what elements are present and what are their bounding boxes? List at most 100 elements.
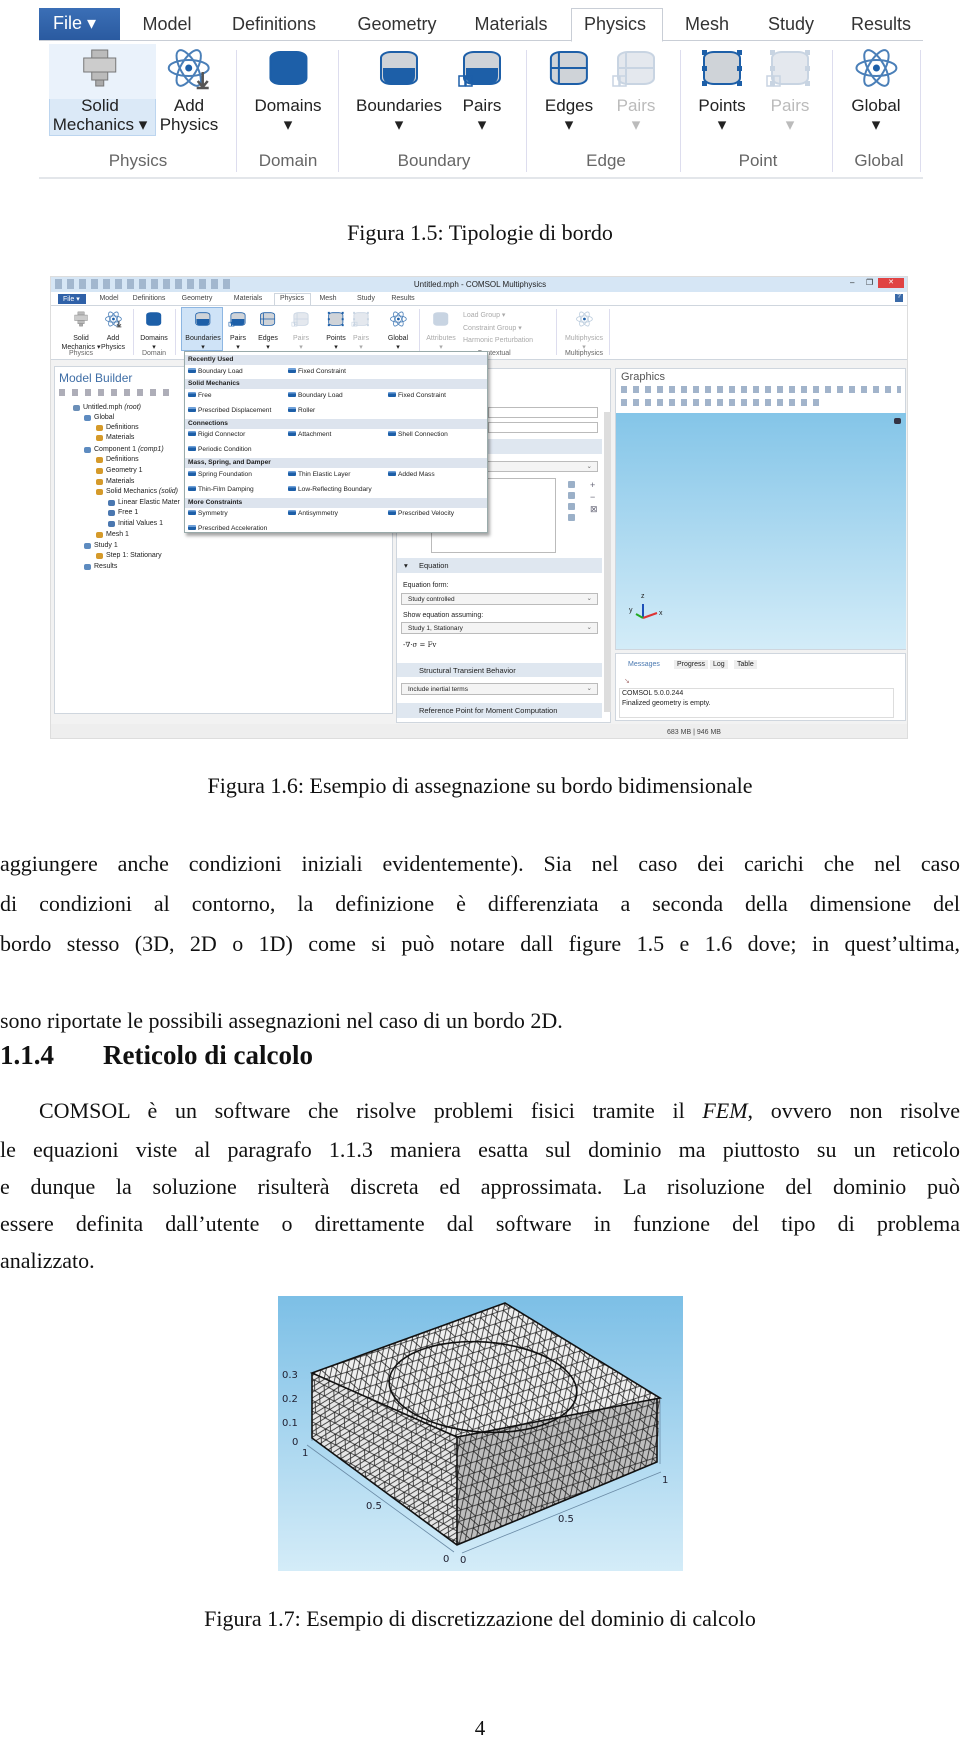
collapse-arrow-icon[interactable]: ▾ (404, 561, 408, 570)
copy-icon[interactable] (568, 492, 575, 499)
ribbon-button-points-7[interactable]: Points ▾ (698, 46, 746, 134)
pencil-icon[interactable] (568, 481, 575, 488)
menu-item-antisymmetry[interactable]: Antisymmetry (288, 510, 338, 517)
model-tree-item[interactable]: Definitions (106, 456, 139, 463)
model-tree-item[interactable]: Untitled.mph (root) (83, 404, 141, 411)
menu-item-shell-connection[interactable]: Shell Connection (388, 431, 448, 438)
model-tree-item[interactable]: Materials (106, 478, 134, 485)
menu-item-rigid-connector[interactable]: Rigid Connector (188, 431, 245, 438)
minus-icon[interactable]: − (590, 492, 595, 502)
tab-study[interactable]: Study (768, 14, 814, 35)
locate-icon[interactable] (568, 514, 575, 521)
ribbon-button-points-7[interactable]: Points ▾ (326, 310, 346, 352)
menu-item-boundary-load[interactable]: Boundary Load (188, 368, 243, 375)
paste-icon[interactable] (568, 503, 575, 510)
clear-messages-icon[interactable]: ↘ (624, 677, 630, 685)
ribbon-button-pairs-4[interactable]: Pairs ▾ (228, 310, 248, 352)
menu-item-prescribed-velocity[interactable]: Prescribed Velocity (388, 510, 454, 517)
tab-physics[interactable]: Physics (584, 14, 646, 35)
ribbon-button-domains-2[interactable]: Domains ▾ (254, 46, 322, 134)
model-tree-item[interactable]: Component 1 (comp1) (94, 446, 164, 453)
messages-tab-log[interactable]: Log (710, 660, 728, 669)
model-tree-item[interactable]: Global (94, 414, 114, 421)
model-tree-item[interactable]: Step 1: Stationary (106, 552, 162, 559)
tab-materials[interactable]: Materials (474, 14, 547, 35)
file-menu-button[interactable]: File ▾ (58, 294, 86, 304)
ribbon-button-add-1[interactable]: Add Physics (160, 46, 218, 134)
ribbon-button-pairs-4[interactable]: Pairs ▾ (458, 46, 506, 134)
menu-item-roller[interactable]: Roller (288, 407, 315, 414)
inertial-terms-select[interactable]: Include inertial terms (401, 683, 598, 695)
settings-scrollbar[interactable] (604, 412, 611, 712)
model-tree-item[interactable]: Definitions (106, 424, 139, 431)
menu-item-periodic-condition[interactable]: Periodic Condition (188, 446, 252, 453)
model-tree-item[interactable]: Initial Values 1 (118, 520, 163, 527)
menu-item-fixed-constraint[interactable]: Fixed Constraint (388, 392, 446, 399)
ribbon-button-boundaries-3[interactable]: Boundaries ▾ (185, 310, 221, 352)
help-button[interactable]: ? (895, 294, 903, 302)
menu-item-fixed-constraint[interactable]: Fixed Constraint (288, 368, 346, 375)
ribbon-button-boundaries-3[interactable]: Boundaries ▾ (356, 46, 442, 134)
tab-model[interactable]: Model (142, 14, 191, 35)
model-tree-item[interactable]: Geometry 1 (106, 467, 143, 474)
clear-selection-icon[interactable]: ⊠ (590, 504, 598, 515)
graphics-corner-icon[interactable] (894, 418, 901, 424)
tab-study[interactable]: Study (357, 295, 375, 302)
restore-button[interactable]: ❐ (866, 278, 873, 287)
ribbon-button-global-9[interactable]: Global ▾ (388, 310, 408, 352)
ribbon-button-solid-0[interactable]: Solid Mechanics ▾ (62, 310, 100, 352)
messages-tab-messages[interactable]: Messages (625, 660, 663, 669)
ribbon-button-solid-0[interactable]: Solid Mechanics ▾ (53, 46, 147, 134)
menu-item-thin-elastic-layer[interactable]: Thin Elastic Layer (288, 471, 350, 478)
ribbon-button-edges-5[interactable]: Edges ▾ (258, 310, 278, 352)
tab-results[interactable]: Results (391, 295, 414, 302)
model-tree-item[interactable]: Linear Elastic Mater (118, 499, 180, 506)
file-menu-button[interactable]: File ▾ (39, 8, 120, 40)
tab-results[interactable]: Results (851, 14, 911, 35)
tab-physics[interactable]: Physics (280, 295, 304, 302)
tab-definitions[interactable]: Definitions (133, 295, 166, 302)
tab-geometry[interactable]: Geometry (357, 14, 436, 35)
graphics-toolbar-row-2[interactable] (621, 399, 821, 406)
ribbon-button-edges-5[interactable]: Edges ▾ (545, 46, 593, 134)
menu-item-thin-film-damping[interactable]: Thin-Film Damping (188, 486, 254, 493)
model-tree-item[interactable]: Solid Mechanics (solid) (106, 488, 178, 495)
messages-tab-table[interactable]: Table (734, 660, 757, 669)
menu-item-low-reflecting-boundary[interactable]: Low-Reflecting Boundary (288, 486, 372, 493)
tab-definitions[interactable]: Definitions (232, 14, 316, 35)
tab-mesh[interactable]: Mesh (319, 295, 336, 302)
tab-mesh[interactable]: Mesh (685, 14, 729, 35)
model-tree-item[interactable]: Mesh 1 (106, 531, 129, 538)
graphics-toolbar-row-1[interactable] (621, 386, 901, 393)
show-equation-select[interactable]: Study 1, Stationary (401, 622, 598, 634)
menu-item-attachment[interactable]: Attachment (288, 431, 331, 438)
ribbon-button-global-9[interactable]: Global ▾ (851, 46, 901, 134)
menu-item-free[interactable]: Free (188, 392, 212, 399)
menu-item-boundary-load[interactable]: Boundary Load (288, 392, 343, 399)
model-builder-toolbar[interactable] (59, 389, 169, 396)
menu-item-prescribed-displacement[interactable]: Prescribed Displacement (188, 407, 271, 414)
model-tree-item[interactable]: Results (94, 563, 117, 570)
model-tree-item[interactable]: Free 1 (118, 509, 138, 516)
model-tree-item[interactable]: Materials (106, 434, 134, 441)
tab-geometry[interactable]: Geometry (182, 295, 213, 302)
ribbon-button-add-1[interactable]: Add Physics (101, 310, 125, 352)
menu-item-prescribed-acceleration[interactable]: Prescribed Acceleration (188, 525, 267, 532)
ribbon-button-domains-2[interactable]: Domains ▾ (140, 310, 168, 352)
settings-input-2[interactable] (488, 422, 598, 433)
menu-item-added-mass[interactable]: Added Mass (388, 471, 435, 478)
messages-tab-progress[interactable]: Progress (674, 660, 709, 669)
equation-form-select[interactable]: Study controlled (401, 593, 598, 605)
menu-item-symmetry[interactable]: Symmetry (188, 510, 228, 517)
equation-section-header[interactable]: Equation ▾ (397, 558, 602, 573)
settings-input-1[interactable] (488, 407, 598, 418)
menu-item-spring-foundation[interactable]: Spring Foundation (188, 471, 252, 478)
close-button[interactable]: ✕ (878, 278, 904, 288)
minimize-button[interactable]: – (850, 278, 854, 287)
model-tree-item[interactable]: Study 1 (94, 542, 118, 549)
transient-section-header[interactable]: Structural Transient Behavior (397, 663, 602, 677)
tab-model[interactable]: Model (99, 295, 118, 302)
tab-materials[interactable]: Materials (234, 295, 262, 302)
reference-point-section-header[interactable]: Reference Point for Moment Computation (397, 703, 602, 718)
plus-icon[interactable]: + (590, 480, 595, 490)
